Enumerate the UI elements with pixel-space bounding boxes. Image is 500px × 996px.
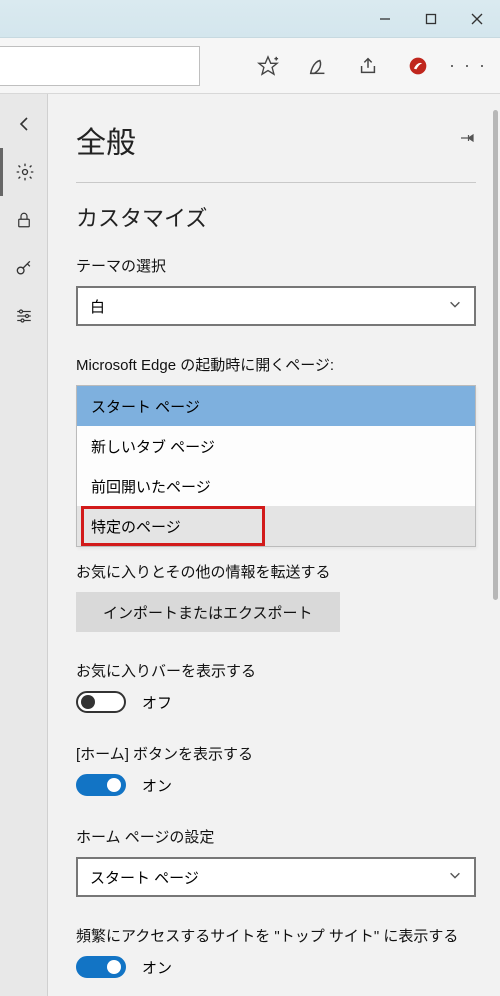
theme-select[interactable]: 白	[76, 286, 476, 326]
back-icon[interactable]	[0, 100, 48, 148]
close-button[interactable]	[454, 0, 500, 38]
homepage-label: ホーム ページの設定	[76, 826, 476, 847]
browser-toolbar: · · ·	[0, 38, 500, 94]
settings-panel: 全般 カスタマイズ テーマの選択 白 Microsoft Edge の起動時に開…	[48, 94, 500, 996]
startup-option-specific[interactable]: 特定のページ	[77, 506, 475, 546]
chevron-down-icon	[448, 868, 462, 886]
trend-micro-icon[interactable]	[398, 46, 438, 86]
topsites-label: 頻繁にアクセスするサイトを "トップ サイト" に表示する	[76, 925, 476, 946]
pin-icon[interactable]	[458, 129, 476, 152]
page-title: 全般	[76, 118, 136, 162]
address-bar[interactable]	[0, 46, 200, 86]
lock-icon[interactable]	[0, 196, 48, 244]
divider	[76, 182, 476, 183]
gear-icon[interactable]	[0, 148, 48, 196]
startup-option-previous[interactable]: 前回開いたページ	[77, 466, 475, 506]
favorite-star-icon[interactable]	[248, 46, 288, 86]
notes-icon[interactable]	[298, 46, 338, 86]
homepage-value: スタート ページ	[90, 867, 199, 888]
chevron-down-icon	[448, 297, 462, 315]
share-icon[interactable]	[348, 46, 388, 86]
minimize-button[interactable]	[362, 0, 408, 38]
theme-value: 白	[90, 296, 105, 317]
maximize-button[interactable]	[408, 0, 454, 38]
favbar-toggle[interactable]	[76, 691, 126, 713]
startup-option-newtab[interactable]: 新しいタブ ページ	[77, 426, 475, 466]
import-export-button[interactable]: インポートまたはエクスポート	[76, 592, 340, 632]
section-customize: カスタマイズ	[76, 201, 476, 233]
homebutton-label: [ホーム] ボタンを表示する	[76, 743, 476, 764]
sliders-icon[interactable]	[0, 292, 48, 340]
favbar-label: お気に入りバーを表示する	[76, 660, 476, 681]
transfer-label: お気に入りとその他の情報を転送する	[76, 561, 476, 582]
settings-sidebar	[0, 94, 48, 996]
startup-label: Microsoft Edge の起動時に開くページ:	[76, 354, 476, 375]
window-titlebar	[0, 0, 500, 38]
more-icon[interactable]: · · ·	[448, 46, 488, 86]
homebutton-toggle-text: オン	[142, 775, 172, 796]
scrollbar[interactable]	[493, 110, 498, 600]
key-icon[interactable]	[0, 244, 48, 292]
topsites-toggle-text: オン	[142, 957, 172, 978]
homepage-select[interactable]: スタート ページ	[76, 857, 476, 897]
startup-option-start[interactable]: スタート ページ	[77, 386, 475, 426]
theme-label: テーマの選択	[76, 255, 476, 276]
topsites-toggle[interactable]	[76, 956, 126, 978]
favbar-toggle-text: オフ	[142, 692, 172, 713]
homebutton-toggle[interactable]	[76, 774, 126, 796]
startup-dropdown: スタート ページ 新しいタブ ページ 前回開いたページ 特定のページ	[76, 385, 476, 547]
